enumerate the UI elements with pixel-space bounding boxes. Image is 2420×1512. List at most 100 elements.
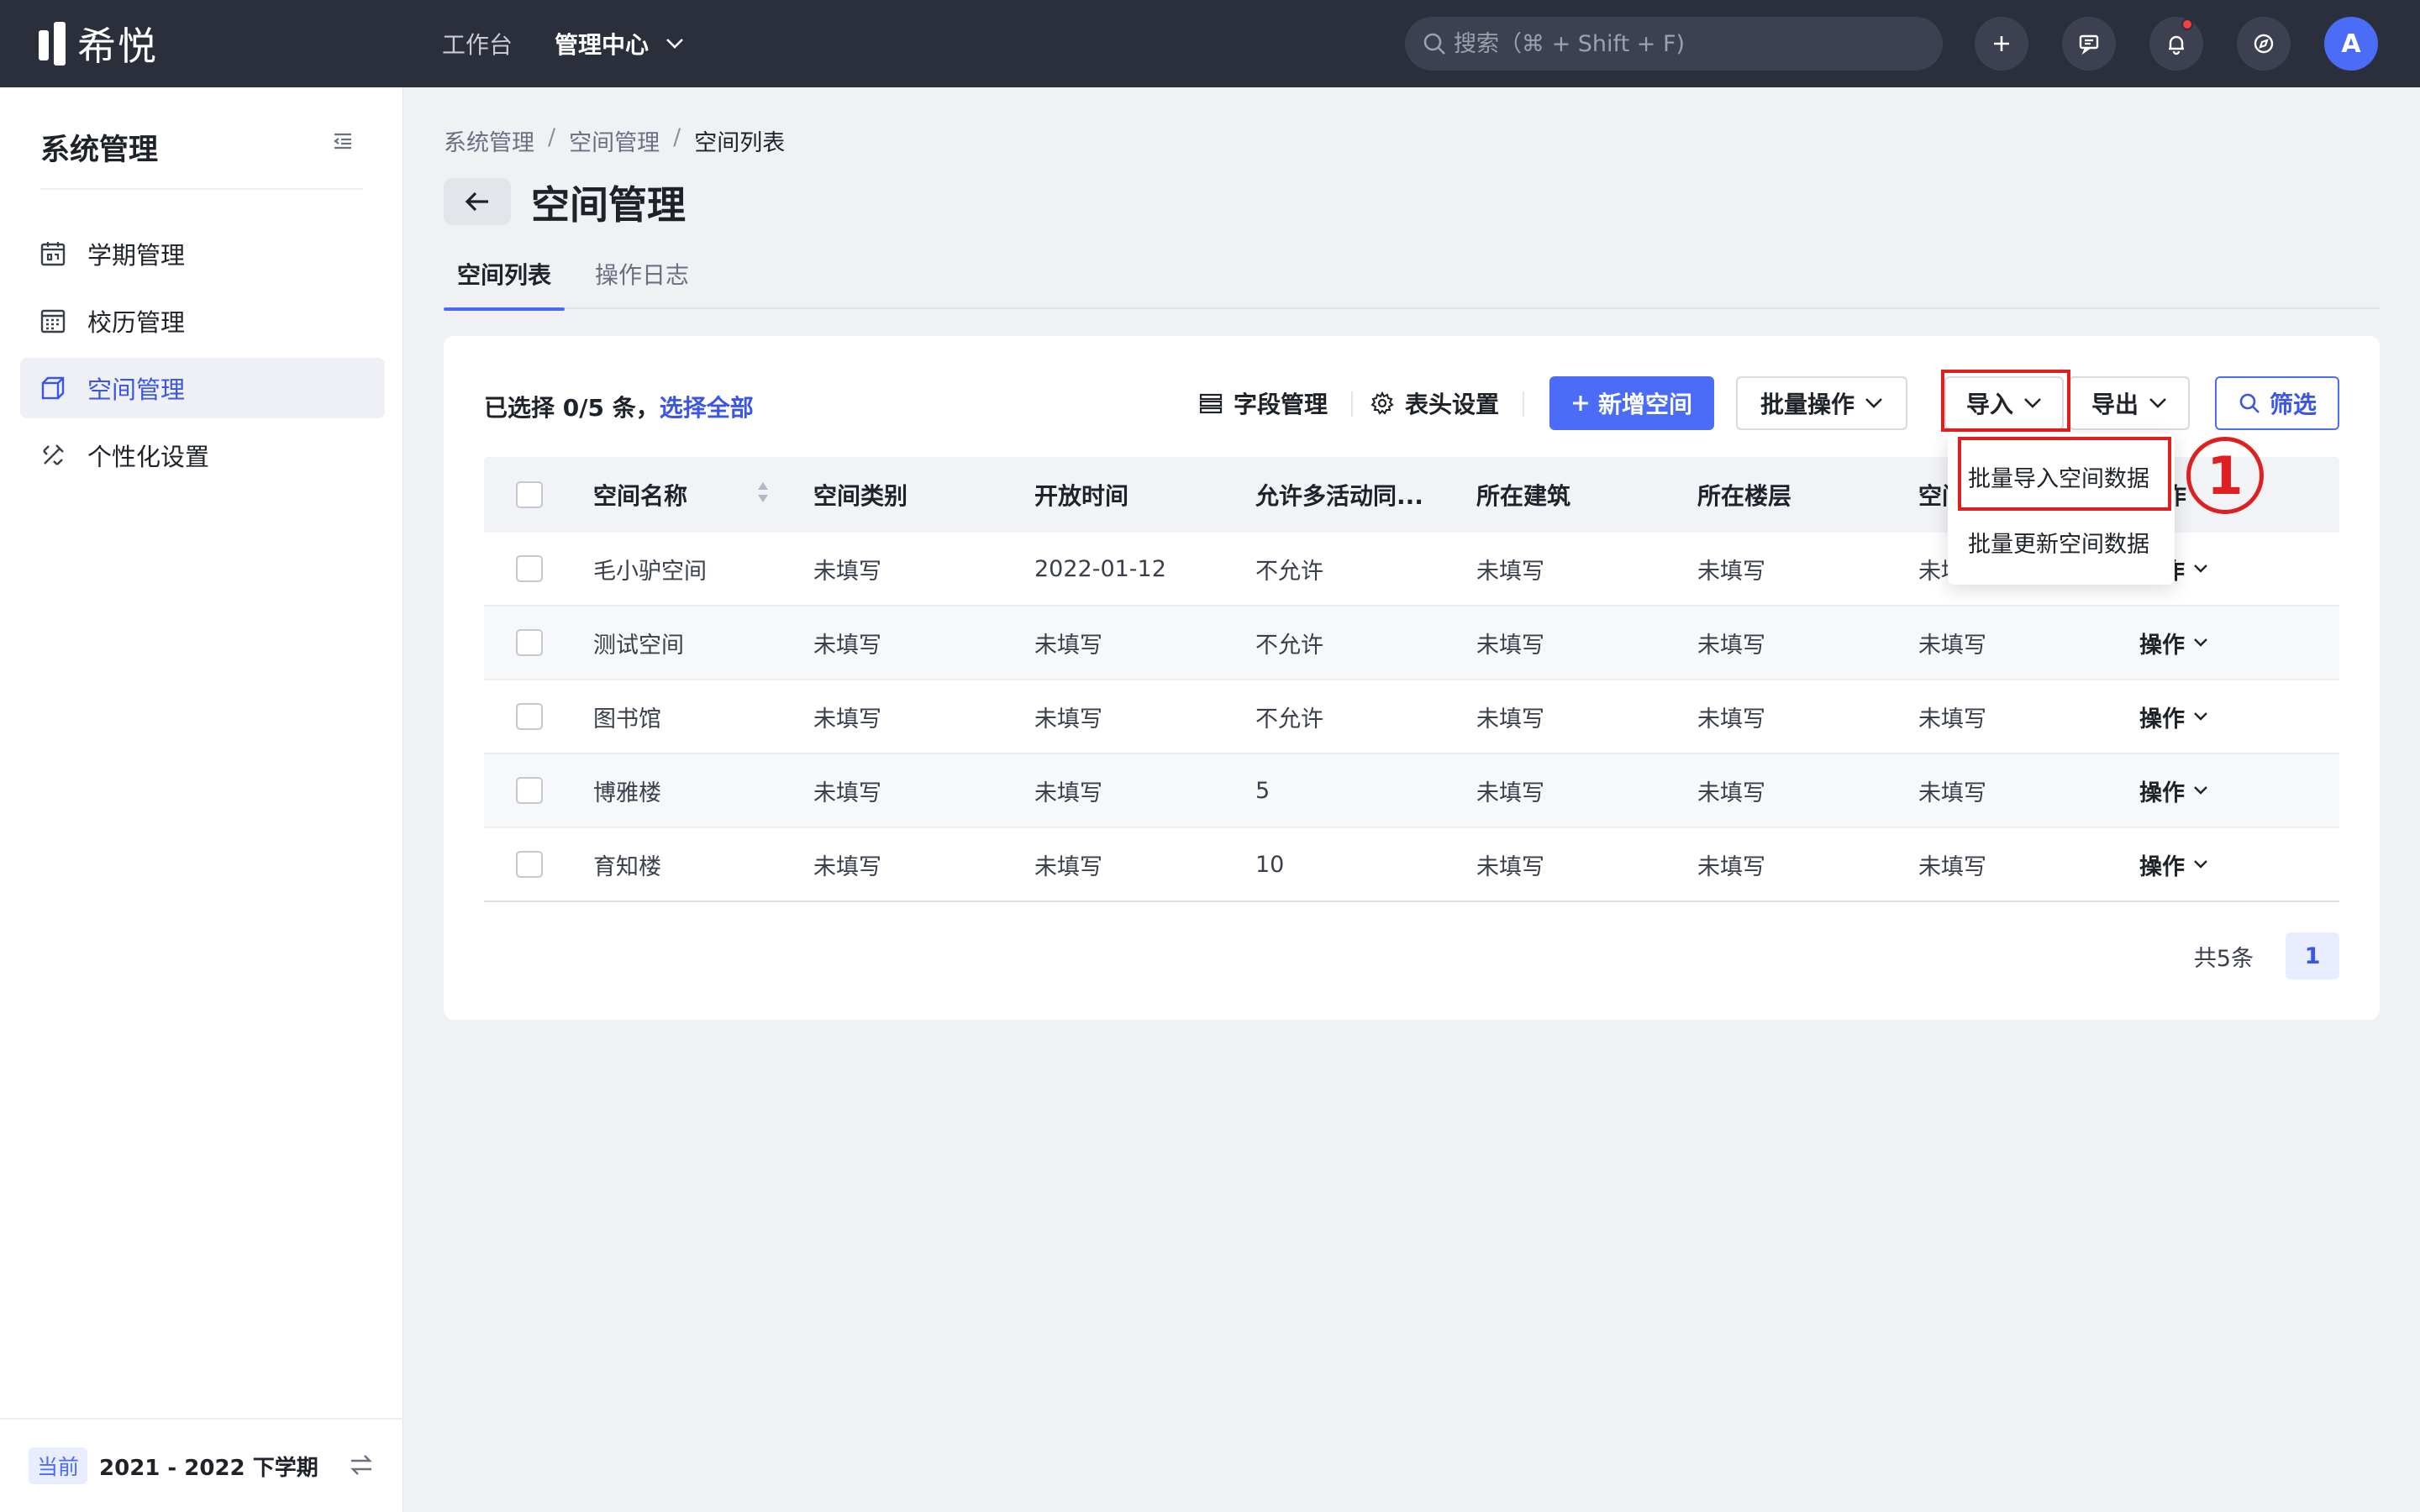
chevron-down-icon <box>2194 786 2207 795</box>
cell-floor: 未填写 <box>1697 558 1765 585</box>
row-actions-dropdown[interactable]: 操作 <box>2139 848 2208 881</box>
cell-space-category: 未填写 <box>813 558 881 585</box>
compass-icon <box>2254 34 2274 54</box>
plus-icon <box>1572 396 1588 411</box>
chevron-down-icon <box>1865 398 1882 408</box>
cell-floor: 未填写 <box>1697 706 1765 732</box>
notification-dot <box>2181 18 2193 30</box>
tab-bar: 空间列表 操作日志 <box>444 249 2380 311</box>
sidebar-item-label: 个性化设置 <box>87 443 210 471</box>
row-checkbox-cell <box>484 851 593 878</box>
cell-space-name: 育知楼 <box>593 853 661 880</box>
tab-space-list[interactable]: 空间列表 <box>444 249 566 311</box>
field-manage-button[interactable]: 字段管理 <box>1198 386 1328 420</box>
import-dropdown[interactable]: 导入 <box>1944 376 2064 430</box>
row-checkbox-cell <box>484 629 593 656</box>
search-input[interactable] <box>1454 30 1924 57</box>
row-actions-dropdown[interactable]: 操作 <box>2139 774 2208 807</box>
select-all-checkbox[interactable] <box>516 481 543 508</box>
sidebar-divider <box>40 188 363 190</box>
sort-icon[interactable] <box>756 480 770 505</box>
filter-button[interactable]: 筛选 <box>2215 376 2339 430</box>
search-icon <box>2239 393 2260 413</box>
filter-label: 筛选 <box>2269 391 2317 418</box>
header-floor: 所在楼层 <box>1697 482 1792 510</box>
row-actions-label: 操作 <box>2139 632 2185 659</box>
top-bar: 希悦 工作台 管理中心 A <box>0 0 2420 87</box>
batch-ops-label: 批量操作 <box>1760 391 1854 418</box>
bell-icon <box>2169 35 2184 55</box>
cell-space-truncated: 未填写 <box>1918 706 1986 732</box>
row-checkbox[interactable] <box>516 703 543 730</box>
sidebar-item-label: 空间管理 <box>87 375 186 404</box>
breadcrumb-item[interactable]: 空间管理 <box>569 124 660 157</box>
row-actions-dropdown[interactable]: 操作 <box>2139 701 2208 733</box>
cell-allow-multi-activity: 10 <box>1255 851 1285 878</box>
row-checkbox[interactable] <box>516 851 543 878</box>
notifications-button[interactable] <box>2149 17 2203 71</box>
cell-building: 未填写 <box>1476 706 1544 732</box>
pagination-total: 共5条 <box>2193 945 2254 972</box>
cell-space-name: 测试空间 <box>593 632 684 659</box>
select-all-link[interactable]: 选择全部 <box>660 394 754 422</box>
topnav-admin-center[interactable]: 管理中心 <box>555 27 684 60</box>
menu-item-batch-import[interactable]: 批量导入空间数据 <box>1948 444 2175 509</box>
batch-ops-dropdown[interactable]: 批量操作 <box>1736 376 1907 430</box>
breadcrumb-item[interactable]: 系统管理 <box>444 124 534 157</box>
header-allow-multi-activity: 允许多活动同... <box>1255 482 1423 510</box>
logo-text: 希悦 <box>77 24 158 69</box>
row-checkbox[interactable] <box>516 555 543 582</box>
row-checkbox[interactable] <box>516 777 543 804</box>
calendar-icon <box>39 239 67 268</box>
cell-allow-multi-activity: 不允许 <box>1255 632 1323 659</box>
sidebar-item-space[interactable]: 空间管理 <box>20 358 385 418</box>
term-switcher[interactable]: 当前 2021 - 2022 下学期 <box>0 1418 403 1512</box>
list-icon <box>1199 393 1223 414</box>
export-dropdown[interactable]: 导出 <box>2069 376 2190 430</box>
cell-space-name: 毛小驴空间 <box>593 558 707 585</box>
sidebar-item-personalization[interactable]: 个性化设置 <box>20 425 385 486</box>
tab-operation-log[interactable]: 操作日志 <box>581 249 702 309</box>
messages-button[interactable] <box>2062 17 2116 71</box>
page-title: 空间管理 <box>531 182 686 228</box>
selected-count: 已选择 0/5 条， <box>484 394 660 422</box>
arrow-left-icon <box>465 192 488 212</box>
topnav-workbench[interactable]: 工作台 <box>442 27 513 60</box>
add-button[interactable] <box>1975 17 2028 71</box>
user-avatar[interactable]: A <box>2324 17 2378 71</box>
menu-item-batch-update[interactable]: 批量更新空间数据 <box>1948 509 2175 575</box>
header-space-name[interactable]: 空间名称 <box>593 478 813 512</box>
global-search[interactable] <box>1405 17 1943 71</box>
cell-floor: 未填写 <box>1697 853 1765 880</box>
chevron-down-icon <box>2194 638 2207 647</box>
table-row: 博雅楼 未填写 未填写 5 未填写 未填写 未填写 操作 <box>484 754 2339 828</box>
cell-open-time: 未填写 <box>1034 632 1102 659</box>
logo-mark-icon <box>39 22 69 66</box>
row-actions-dropdown[interactable]: 操作 <box>2139 627 2208 659</box>
row-actions-label: 操作 <box>2139 853 2185 880</box>
back-button[interactable] <box>444 178 511 225</box>
gear-icon <box>1370 391 1394 415</box>
add-space-button[interactable]: 新增空间 <box>1549 376 1714 430</box>
row-checkbox-cell <box>484 703 593 730</box>
sidebar-item-school-calendar[interactable]: 校历管理 <box>20 291 385 351</box>
sidebar-item-semester[interactable]: 学期管理 <box>20 223 385 284</box>
brush-icon <box>39 441 67 470</box>
cell-space-category: 未填写 <box>813 780 881 806</box>
cell-space-category: 未填写 <box>813 853 881 880</box>
table-body: 毛小驴空间未填写2022-01-12不允许未填写未填写未填写操作测试空间未填写未… <box>484 533 2339 902</box>
pagination-page-button[interactable]: 1 <box>2286 932 2339 979</box>
header-space-category: 空间类别 <box>813 482 908 510</box>
topnav-admin-center-label: 管理中心 <box>555 31 650 59</box>
header-building: 所在建筑 <box>1476 482 1571 510</box>
table-row: 图书馆 未填写 未填写 不允许 未填写 未填写 未填写 操作 <box>484 680 2339 754</box>
collapse-sidebar-icon[interactable] <box>331 129 355 153</box>
app-logo[interactable]: 希悦 <box>39 22 158 69</box>
swap-icon[interactable] <box>348 1452 375 1478</box>
cell-actions: 操作 <box>2139 848 2323 881</box>
row-checkbox[interactable] <box>516 629 543 656</box>
current-term: 2021 - 2022 下学期 <box>99 1455 318 1481</box>
top-nav: 工作台 管理中心 <box>442 24 726 64</box>
header-settings-button[interactable]: 表头设置 <box>1370 386 1499 420</box>
help-center-button[interactable] <box>2237 17 2291 71</box>
